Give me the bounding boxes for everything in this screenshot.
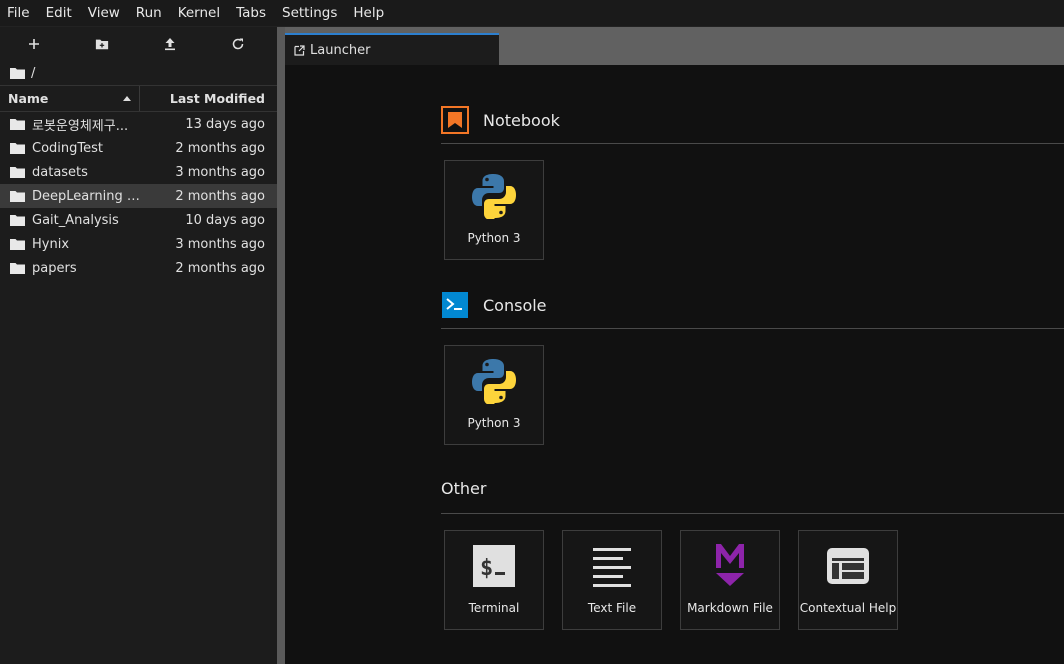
menu-edit[interactable]: Edit (38, 0, 80, 26)
menu-bar: File Edit View Run Kernel Tabs Settings … (0, 0, 1064, 27)
markdown-file-card[interactable]: Markdown File (680, 530, 780, 630)
tab-bar: Launcher (285, 27, 1064, 65)
card-label: Text File (587, 601, 637, 615)
terminal-icon: $ (473, 545, 515, 587)
other-section-title: Other (441, 479, 487, 498)
menu-kernel[interactable]: Kernel (170, 0, 228, 26)
new-launcher-button[interactable] (0, 27, 68, 61)
breadcrumb-root[interactable]: / (31, 66, 35, 81)
folder-icon (10, 263, 25, 274)
plus-icon (29, 39, 39, 49)
sort-ascending-icon (123, 96, 131, 101)
contextual-help-icon (827, 548, 869, 584)
terminal-card[interactable]: $ Terminal (444, 530, 544, 630)
menu-tabs[interactable]: Tabs (228, 0, 274, 26)
menu-settings[interactable]: Settings (274, 0, 345, 26)
folder-icon[interactable] (10, 67, 25, 79)
notebook-icon (441, 106, 469, 134)
section-divider (441, 143, 1064, 144)
file-modified: 2 months ago (175, 260, 265, 276)
card-label: Markdown File (687, 601, 773, 615)
card-label: Contextual Help (799, 601, 897, 615)
list-item[interactable]: Gait_Analysis 10 days ago (0, 208, 277, 232)
panel-splitter[interactable] (277, 27, 285, 664)
file-list-header: Name Last Modified (0, 85, 277, 112)
notebook-section-header: Notebook (441, 106, 560, 134)
text-file-card[interactable]: Text File (562, 530, 662, 630)
notebook-python3-card[interactable]: Python 3 (444, 160, 544, 260)
file-modified: 3 months ago (175, 236, 265, 252)
section-divider (441, 328, 1064, 329)
breadcrumb: / (0, 61, 277, 85)
section-divider (441, 513, 1064, 514)
console-python3-card[interactable]: Python 3 (444, 345, 544, 445)
list-item[interactable]: datasets 3 months ago (0, 160, 277, 184)
menu-run[interactable]: Run (128, 0, 170, 26)
card-label: Terminal (468, 601, 520, 615)
file-name: Gait_Analysis (32, 212, 119, 228)
folder-icon (10, 143, 25, 154)
file-list: 로봇운영체제구... 13 days ago CodingTest 2 mont… (0, 112, 277, 280)
contextual-help-card[interactable]: Contextual Help (798, 530, 898, 630)
menu-file[interactable]: File (0, 0, 38, 26)
text-file-icon (593, 548, 631, 587)
console-section-title: Console (483, 295, 547, 315)
python-logo-icon (472, 359, 516, 404)
folder-icon (10, 119, 25, 130)
list-item-selected[interactable]: DeepLearning St... 2 months ago (0, 184, 277, 208)
new-folder-icon (95, 39, 109, 50)
notebook-section-title: Notebook (483, 110, 560, 130)
refresh-button[interactable] (204, 27, 272, 61)
svg-text:$: $ (480, 556, 493, 581)
menu-help[interactable]: Help (345, 0, 392, 26)
file-name: papers (32, 260, 77, 276)
console-section-header: Console (441, 291, 547, 319)
file-modified: 2 months ago (175, 140, 265, 156)
file-browser: / Name Last Modified 로봇운영체제구... 13 days … (0, 27, 277, 664)
launcher-panel: Notebook Python 3 Console Python 3 Other… (285, 65, 1064, 664)
other-section-header: Other (441, 479, 486, 498)
file-modified: 3 months ago (175, 164, 265, 180)
folder-icon (10, 239, 25, 250)
list-item[interactable]: 로봇운영체제구... 13 days ago (0, 112, 277, 136)
console-icon (442, 292, 468, 318)
refresh-icon (232, 38, 244, 50)
column-header-name[interactable]: Name (0, 86, 140, 111)
file-name: 로봇운영체제구... (32, 118, 129, 134)
launcher-icon (294, 44, 305, 56)
card-label: Python 3 (467, 416, 521, 430)
file-modified: 13 days ago (185, 116, 265, 132)
folder-icon (10, 167, 25, 178)
menu-view[interactable]: View (80, 0, 128, 26)
file-name: Hynix (32, 236, 70, 252)
upload-button[interactable] (136, 27, 204, 61)
new-folder-button[interactable] (68, 27, 136, 61)
tab-label: Launcher (310, 42, 371, 58)
folder-icon (10, 191, 25, 202)
list-item[interactable]: papers 2 months ago (0, 256, 277, 280)
file-modified: 10 days ago (185, 212, 265, 228)
file-name: DeepLearning St... (32, 188, 142, 204)
tab-launcher[interactable]: Launcher (285, 33, 499, 65)
file-name: datasets (32, 164, 88, 180)
markdown-icon (716, 544, 744, 586)
file-name: CodingTest (32, 140, 103, 156)
python-logo-icon (472, 174, 516, 219)
upload-icon (165, 38, 175, 51)
list-item[interactable]: Hynix 3 months ago (0, 232, 277, 256)
card-label: Python 3 (467, 231, 521, 245)
column-name-label: Name (8, 91, 49, 106)
folder-icon (10, 215, 25, 226)
file-modified: 2 months ago (175, 188, 265, 204)
column-header-last-modified[interactable]: Last Modified (140, 91, 277, 106)
list-item[interactable]: CodingTest 2 months ago (0, 136, 277, 160)
file-browser-toolbar (0, 27, 277, 61)
